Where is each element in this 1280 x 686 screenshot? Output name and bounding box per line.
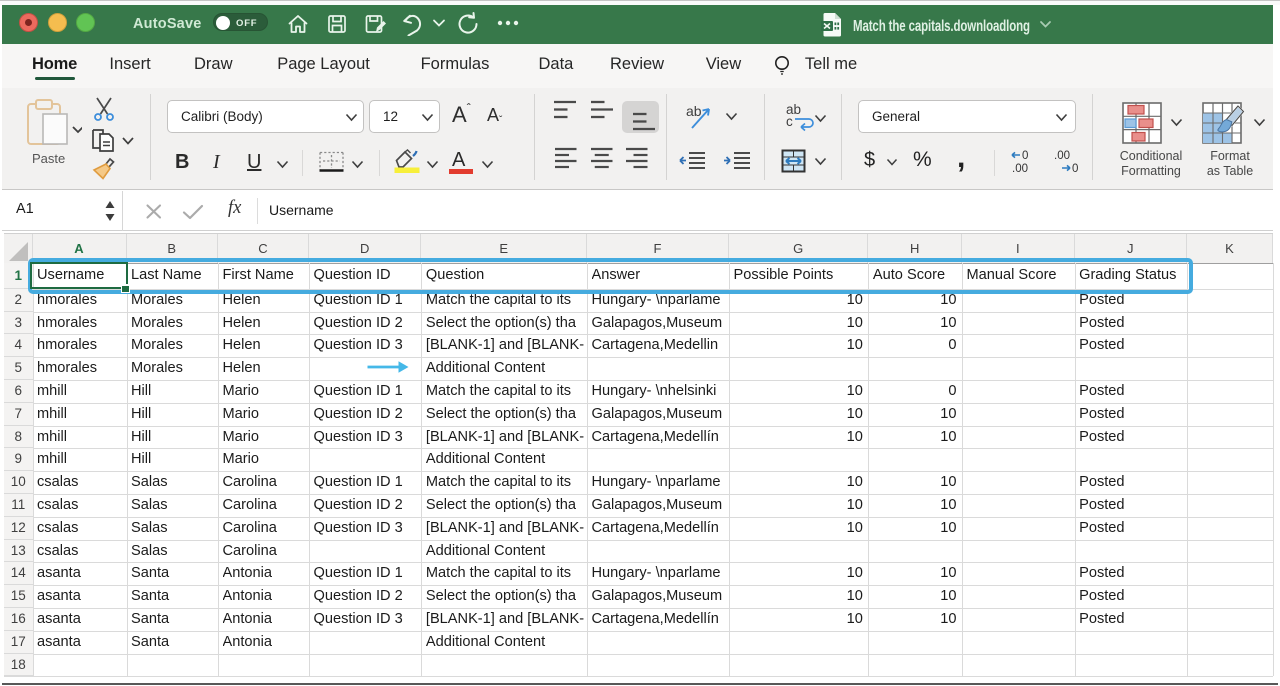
svg-text:.00: .00 [1054, 150, 1070, 162]
svg-text:0: 0 [1072, 163, 1078, 175]
svg-text:0: 0 [1022, 150, 1028, 162]
svg-text:.00: .00 [1012, 163, 1028, 175]
